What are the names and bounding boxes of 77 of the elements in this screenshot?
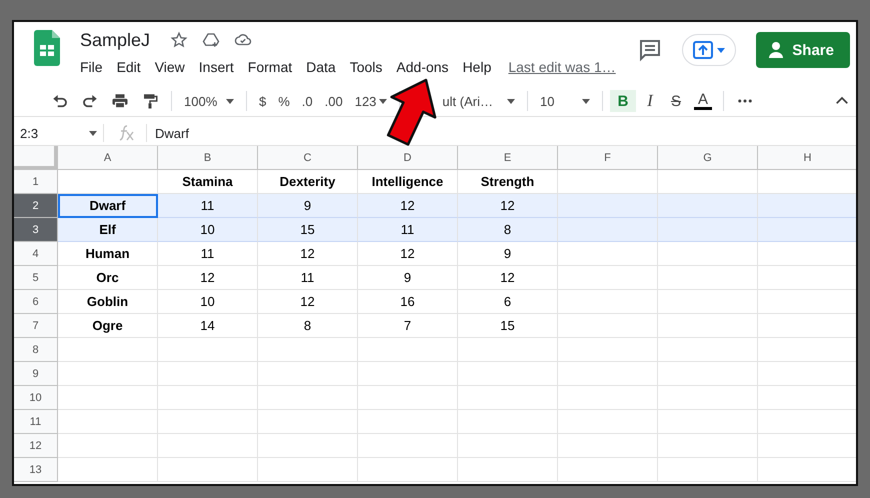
table-cell: Elf (58, 218, 158, 242)
menu-item[interactable]: Add-ons (389, 56, 456, 78)
font-dropdown[interactable]: ult (Ari… (437, 90, 520, 112)
menu-item[interactable]: Edit (110, 56, 148, 78)
table-cell: 15 (458, 314, 558, 338)
increase-decimals-button[interactable]: .00 (320, 90, 348, 112)
table-cell: Dwarf (58, 194, 158, 218)
table-cell: 6 (458, 290, 558, 314)
column-header[interactable]: E (458, 146, 558, 170)
row-header[interactable]: 8 (14, 338, 58, 362)
table-cell: 9 (258, 194, 358, 218)
menu-item[interactable]: Data (299, 56, 343, 78)
table-cell: 8 (458, 218, 558, 242)
menu-item[interactable]: Format (240, 56, 300, 78)
row-header[interactable]: 6 (14, 290, 58, 314)
table-cell: 12 (458, 266, 558, 290)
table-cell: 11 (358, 218, 458, 242)
column-header[interactable]: B (158, 146, 258, 170)
column-header[interactable]: C (258, 146, 358, 170)
table-cell: Orc (58, 266, 158, 290)
column-header[interactable]: A (58, 146, 158, 170)
document-title[interactable]: SampleJ (80, 30, 150, 50)
table-cell: 7 (358, 314, 458, 338)
text-color-button[interactable]: A (690, 90, 716, 112)
menu-item[interactable]: Help (456, 56, 498, 78)
table-cell: 9 (358, 266, 458, 290)
table-cell: 12 (358, 242, 458, 266)
number-format-dropdown[interactable]: 123 (350, 90, 392, 112)
bold-button[interactable]: B (610, 90, 636, 112)
table-cell: 16 (358, 290, 458, 314)
last-edit-link[interactable]: Last edit was 1… (508, 59, 616, 75)
table-cell: Goblin (58, 290, 158, 314)
row-header[interactable]: 3 (14, 218, 58, 242)
table-cell: 14 (158, 314, 258, 338)
share-button[interactable]: Share (756, 32, 850, 68)
row-header[interactable]: 2 (14, 194, 58, 218)
row-header[interactable]: 13 (14, 458, 58, 482)
column-header[interactable]: D (358, 146, 458, 170)
table-cell: 12 (258, 290, 358, 314)
row-header[interactable]: 5 (14, 266, 58, 290)
table-cell: 12 (458, 194, 558, 218)
row-header[interactable]: 1 (14, 170, 58, 194)
table-cell: 8 (258, 314, 358, 338)
table-cell: 12 (358, 194, 458, 218)
currency-button[interactable]: $ (254, 90, 272, 112)
table-cell: 11 (258, 266, 358, 290)
menu-item[interactable]: File (80, 56, 110, 78)
table-cell: 10 (158, 290, 258, 314)
formula-value[interactable]: Dwarf (155, 126, 189, 140)
table-cell: 15 (258, 218, 358, 242)
table-cell: 10 (158, 218, 258, 242)
strikethrough-button[interactable]: S (664, 90, 688, 112)
font-size-dropdown[interactable]: 10 (534, 90, 595, 112)
column-header[interactable]: G (658, 146, 758, 170)
cell-reference[interactable]: 2:3 (20, 126, 38, 140)
menu-item[interactable]: View (148, 56, 192, 78)
menu-item[interactable]: Insert (192, 56, 241, 78)
percent-button[interactable]: % (273, 90, 295, 112)
table-cell: 9 (458, 242, 558, 266)
menu-item[interactable]: Tools (342, 56, 390, 78)
table-cell: 12 (158, 266, 258, 290)
table-cell: Ogre (58, 314, 158, 338)
row-header[interactable]: 7 (14, 314, 58, 338)
table-cell: Human (58, 242, 158, 266)
zoom-dropdown[interactable]: 100% (179, 90, 239, 112)
row-header[interactable]: 4 (14, 242, 58, 266)
row-header[interactable]: 12 (14, 434, 58, 458)
table-cell: 12 (258, 242, 358, 266)
column-header[interactable]: H (758, 146, 856, 170)
table-cell: 11 (158, 194, 258, 218)
decrease-decimals-button[interactable]: .0 (296, 90, 318, 112)
italic-button[interactable]: I (638, 90, 662, 112)
row-header[interactable]: 9 (14, 362, 58, 386)
column-header[interactable]: F (558, 146, 658, 170)
row-header[interactable]: 10 (14, 386, 58, 410)
row-header[interactable]: 11 (14, 410, 58, 434)
table-cell: 11 (158, 242, 258, 266)
